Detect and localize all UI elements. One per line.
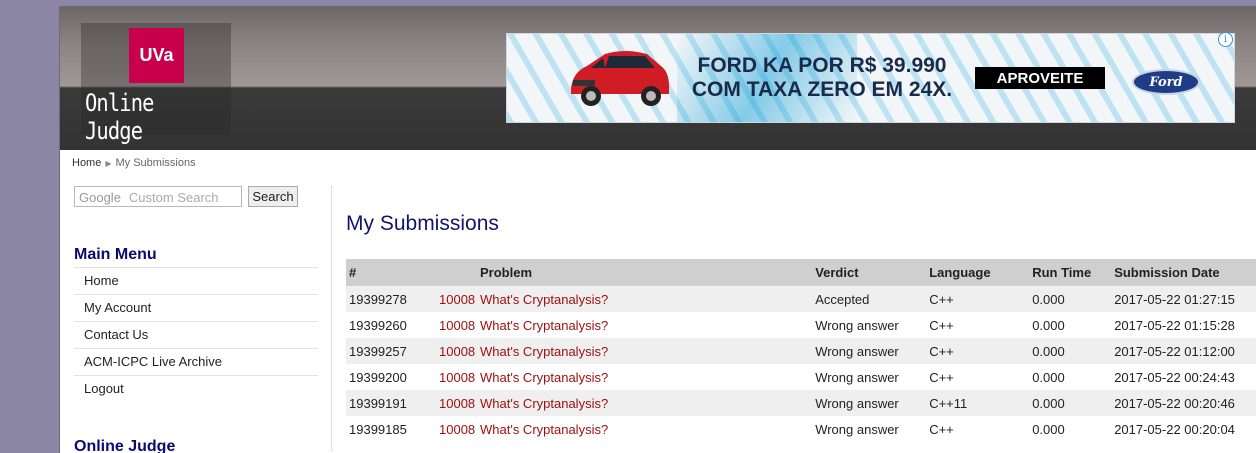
- ad-headline-line2: COM TAXA ZERO EM 24X.: [691, 78, 953, 101]
- language: C++: [926, 338, 1030, 364]
- language: C++: [926, 286, 1030, 312]
- column-divider: [331, 186, 332, 453]
- verdict: Accepted: [812, 286, 927, 312]
- run-time: 0.000: [1029, 390, 1112, 416]
- run-time: 0.000: [1029, 338, 1112, 364]
- breadcrumb: Home ▶ My Submissions: [72, 157, 196, 169]
- menu-item-my-account[interactable]: My Account: [74, 294, 318, 321]
- col-header-problem: Problem: [436, 259, 813, 286]
- table-header-row: # Problem Verdict Language Run Time Subm…: [346, 259, 1256, 286]
- menu-item-logout[interactable]: Logout: [74, 375, 318, 402]
- search-placeholder: Custom Search: [128, 190, 219, 205]
- submission-id: 19399278: [346, 286, 436, 312]
- main-menu: Home My Account Contact Us ACM-ICPC Live…: [74, 267, 318, 402]
- language: C++: [926, 416, 1030, 442]
- breadcrumb-home-link[interactable]: Home: [72, 157, 101, 169]
- run-time: 0.000: [1029, 286, 1112, 312]
- submission-id: 19399191: [346, 390, 436, 416]
- site-header: UVa Online Judge FORD KA POR R$ 39.990 C…: [60, 6, 1256, 150]
- advertisement-banner[interactable]: FORD KA POR R$ 39.990 COM TAXA ZERO EM 2…: [506, 33, 1235, 123]
- problem-id-link[interactable]: 10008: [436, 364, 477, 390]
- problem-id-link[interactable]: 10008: [436, 286, 477, 312]
- online-judge-menu-title: Online Judge: [74, 438, 176, 453]
- ford-logo-icon: Ford: [1132, 69, 1200, 95]
- problem-title-link[interactable]: What's Cryptanalysis?: [477, 312, 813, 338]
- menu-item-live-archive[interactable]: ACM-ICPC Live Archive: [74, 348, 318, 375]
- submission-id: 19399257: [346, 338, 436, 364]
- submissions-table: # Problem Verdict Language Run Time Subm…: [346, 259, 1256, 442]
- submission-date: 2017-05-22 00:24:43: [1111, 364, 1256, 390]
- col-header-runtime: Run Time: [1029, 259, 1112, 286]
- ad-headline-line1: FORD KA POR R$ 39.990: [697, 54, 947, 77]
- col-header-language: Language: [926, 259, 1030, 286]
- problem-title-link[interactable]: What's Cryptanalysis?: [477, 338, 813, 364]
- table-row: 19399278 10008 What's Cryptanalysis? Acc…: [346, 286, 1256, 312]
- col-header-date: Submission Date: [1111, 259, 1256, 286]
- language: C++: [926, 312, 1030, 338]
- problem-title-link[interactable]: What's Cryptanalysis?: [477, 390, 813, 416]
- submission-id: 19399185: [346, 416, 436, 442]
- problem-title-link[interactable]: What's Cryptanalysis?: [477, 416, 813, 442]
- run-time: 0.000: [1029, 312, 1112, 338]
- table-row: 19399260 10008 What's Cryptanalysis? Wro…: [346, 312, 1256, 338]
- problem-id-link[interactable]: 10008: [436, 390, 477, 416]
- uva-logo[interactable]: UVa: [129, 28, 184, 83]
- table-row: 19399257 10008 What's Cryptanalysis? Wro…: [346, 338, 1256, 364]
- submission-date: 2017-05-22 01:27:15: [1111, 286, 1256, 312]
- google-brand-label: Google: [79, 190, 121, 205]
- problem-title-link[interactable]: What's Cryptanalysis?: [477, 286, 813, 312]
- submission-date: 2017-05-22 01:15:28: [1111, 312, 1256, 338]
- verdict: Wrong answer: [812, 338, 927, 364]
- ad-info-icon[interactable]: i: [1218, 32, 1233, 47]
- submission-date: 2017-05-22 01:12:00: [1111, 338, 1256, 364]
- problem-id-link[interactable]: 10008: [436, 416, 477, 442]
- search-button[interactable]: Search: [248, 186, 298, 207]
- submission-date: 2017-05-22 00:20:04: [1111, 416, 1256, 442]
- problem-id-link[interactable]: 10008: [436, 312, 477, 338]
- verdict: Wrong answer: [812, 364, 927, 390]
- col-header-problem-label: Problem: [480, 265, 533, 280]
- logo-block[interactable]: UVa Online Judge: [81, 23, 231, 145]
- verdict: Wrong answer: [812, 416, 927, 442]
- run-time: 0.000: [1029, 364, 1112, 390]
- col-header-verdict: Verdict: [812, 259, 927, 286]
- search-input[interactable]: Google Custom Search: [74, 186, 242, 207]
- verdict: Wrong answer: [812, 312, 927, 338]
- problem-id-link[interactable]: 10008: [436, 338, 477, 364]
- page-title: My Submissions: [346, 212, 499, 235]
- table-row: 19399191 10008 What's Cryptanalysis? Wro…: [346, 390, 1256, 416]
- table-row: 19399185 10008 What's Cryptanalysis? Wro…: [346, 416, 1256, 442]
- submission-id: 19399200: [346, 364, 436, 390]
- run-time: 0.000: [1029, 416, 1112, 442]
- submission-id: 19399260: [346, 312, 436, 338]
- menu-item-home[interactable]: Home: [74, 267, 318, 294]
- car-image-icon: [571, 51, 669, 106]
- language: C++11: [926, 390, 1030, 416]
- main-menu-title: Main Menu: [74, 246, 157, 263]
- table-row: 19399200 10008 What's Cryptanalysis? Wro…: [346, 364, 1256, 390]
- problem-title-link[interactable]: What's Cryptanalysis?: [477, 364, 813, 390]
- site-title[interactable]: Online Judge: [85, 89, 209, 145]
- submission-date: 2017-05-22 00:20:46: [1111, 390, 1256, 416]
- menu-item-contact-us[interactable]: Contact Us: [74, 321, 318, 348]
- ad-headline: FORD KA POR R$ 39.990 COM TAXA ZERO EM 2…: [687, 54, 957, 102]
- verdict: Wrong answer: [812, 390, 927, 416]
- breadcrumb-arrow-icon: ▶: [105, 159, 112, 168]
- col-header-id: #: [346, 259, 436, 286]
- breadcrumb-current: My Submissions: [115, 157, 196, 169]
- language: C++: [926, 364, 1030, 390]
- page: UVa Online Judge FORD KA POR R$ 39.990 C…: [59, 6, 1256, 453]
- ad-cta-button[interactable]: APROVEITE: [975, 67, 1105, 89]
